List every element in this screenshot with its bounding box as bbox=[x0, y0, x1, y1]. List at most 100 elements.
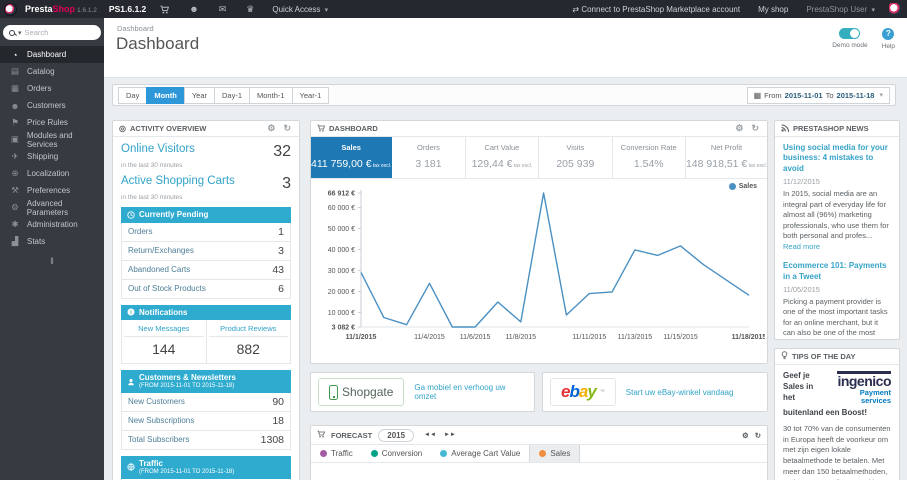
forecast-tab-conversion[interactable]: Conversion bbox=[362, 445, 431, 462]
forecast-tab-traffic[interactable]: Traffic bbox=[311, 445, 362, 462]
range-button-day-1[interactable]: Day-1 bbox=[214, 86, 250, 104]
sidebar-item-advanced-parameters[interactable]: ⚙ Advanced Parameters bbox=[0, 199, 104, 217]
svg-text:66 912 €: 66 912 € bbox=[328, 191, 355, 198]
cart-icon[interactable] bbox=[154, 4, 175, 14]
shopgate-link[interactable]: Ga mobiel en verhoog uw omzet bbox=[414, 383, 527, 401]
sidebar-item-label: Orders bbox=[27, 84, 52, 93]
kpi-conversion-rate[interactable]: Conversion Rate 1.54% bbox=[613, 137, 686, 178]
kpi-visits[interactable]: Visits 205 939 bbox=[539, 137, 613, 178]
kpi-net-profit[interactable]: Net Profit 148 918,51 € tax excl. bbox=[686, 137, 767, 178]
demo-mode-toggle[interactable] bbox=[839, 28, 861, 39]
sidebar-item-shipping[interactable]: ✈ Shipping bbox=[0, 148, 104, 165]
messages-icon[interactable]: ✉ bbox=[213, 4, 233, 15]
range-button-month[interactable]: Month bbox=[146, 86, 184, 104]
sidebar-item-price-rules[interactable]: ⚑ Price Rules bbox=[0, 114, 104, 131]
kpi-label: Cart Value bbox=[484, 143, 520, 152]
news-article-date: 11/12/2015 bbox=[783, 177, 820, 187]
sidebar-item-catalog[interactable]: ▤ Catalog bbox=[0, 63, 104, 80]
forecast-tab-average-cart-value[interactable]: Average Cart Value bbox=[431, 445, 529, 462]
search-input[interactable] bbox=[24, 28, 95, 37]
news-panel-title: PRESTASHOP NEWS bbox=[793, 124, 869, 133]
gear-icon[interactable]: ⚙ bbox=[733, 123, 745, 134]
forecast-tab-label: Conversion bbox=[381, 449, 423, 458]
shopgate-phone-icon bbox=[329, 384, 338, 400]
date-range-picker[interactable]: ▦ From 2015-11-01 To 2015-11-18 ▾ bbox=[746, 86, 890, 104]
sidebar-collapse-button[interactable]: ‖ bbox=[0, 256, 104, 266]
sidebar-item-preferences[interactable]: ⚒ Preferences bbox=[0, 182, 104, 199]
help-label: Help bbox=[881, 43, 895, 50]
sidebar-item-customers[interactable]: ☻ Customers bbox=[0, 97, 104, 114]
pending-row[interactable]: Abandoned Carts 43 bbox=[121, 260, 291, 280]
dashboard-panel-title: DASHBOARD bbox=[329, 124, 378, 133]
refresh-icon[interactable]: ↻ bbox=[749, 123, 761, 134]
ebay-module-panel: ebay ™ Start uw eBay-winkel vandaag bbox=[542, 372, 768, 412]
forecast-prev-button[interactable]: ◄◄ bbox=[420, 430, 440, 440]
prestashop-news-panel: PRESTASHOP NEWS Using social media for y… bbox=[774, 120, 900, 340]
pending-row[interactable]: Orders 1 bbox=[121, 222, 291, 242]
forecast-next-button[interactable]: ►► bbox=[440, 430, 460, 440]
range-button-year[interactable]: Year bbox=[183, 86, 214, 104]
search-scope-caret-icon[interactable]: ▾ bbox=[18, 29, 22, 37]
profile-icon[interactable]: ☻ bbox=[183, 4, 204, 14]
shopgate-logo[interactable]: Shopgate bbox=[318, 378, 405, 406]
forecast-tabs: Traffic Conversion Average Cart Value Sales bbox=[311, 444, 767, 463]
sidebar-item-dashboard[interactable]: ◔ Dashboard bbox=[0, 46, 104, 63]
svg-text:60 000 €: 60 000 € bbox=[328, 205, 355, 212]
news-article-title[interactable]: Ecommerce 101: Payments in a Tweet bbox=[783, 261, 891, 282]
user-menu[interactable]: PrestaShop User ▾ bbox=[802, 5, 879, 14]
sales-chart: Sales 66 912 € 60 000 € 50 000 € 40 000 € 30… bbox=[311, 179, 767, 348]
online-visitors-link[interactable]: Online Visitors bbox=[121, 143, 273, 155]
ebay-link[interactable]: Start uw eBay-winkel vandaag bbox=[626, 388, 734, 397]
gear-icon[interactable]: ⚙ bbox=[265, 123, 277, 134]
my-shop-link[interactable]: My shop bbox=[754, 5, 792, 14]
date-range-toolbar: Day Month Year Day-1 Month-1 Year-1 ▦ From 20… bbox=[112, 84, 896, 106]
svg-text:11/4/2015: 11/4/2015 bbox=[414, 334, 445, 341]
customers-newsletters-header: Customers & Newsletters (FROM 2015-11-01 … bbox=[121, 370, 291, 393]
sidebar-item-localization[interactable]: ⊕ Localization bbox=[0, 165, 104, 182]
sidebar-item-label: Price Rules bbox=[27, 118, 68, 127]
forecast-tab-sales[interactable]: Sales bbox=[529, 445, 581, 462]
customers-row[interactable]: Total Subscribers 1308 bbox=[121, 430, 291, 450]
svg-text:11/1/2015: 11/1/2015 bbox=[346, 334, 377, 341]
search-icon bbox=[9, 29, 15, 36]
sidebar-item-orders[interactable]: ▦ Orders bbox=[0, 80, 104, 97]
user-avatar[interactable] bbox=[889, 3, 901, 15]
customers-range-sub: (FROM 2015-11-01 TO 2015-11-18) bbox=[139, 382, 235, 389]
sidebar-item-stats[interactable]: ▟ Stats bbox=[0, 233, 104, 250]
refresh-icon[interactable]: ↻ bbox=[281, 123, 293, 134]
sidebar-item-label: Preferences bbox=[27, 186, 71, 195]
refresh-icon[interactable]: ↻ bbox=[755, 431, 761, 440]
shopgate-module-panel: Shopgate Ga mobiel en verhoog uw omzet bbox=[310, 372, 535, 412]
ebay-logo[interactable]: ebay ™ bbox=[550, 378, 616, 406]
pending-row[interactable]: Out of Stock Products 6 bbox=[121, 279, 291, 299]
forecast-tab-label: Traffic bbox=[331, 449, 353, 458]
range-button-year-1[interactable]: Year-1 bbox=[291, 86, 330, 104]
news-article-title[interactable]: Using social media for your business: 4 … bbox=[783, 143, 891, 174]
kpi-orders[interactable]: Orders 3 181 bbox=[392, 137, 466, 178]
sidebar-item-modules-and-services[interactable]: ▣ Modules and Services bbox=[0, 131, 104, 149]
pending-rows: Orders 1 Return/Exchanges 3 Abandoned Carts 4… bbox=[121, 222, 291, 299]
badges-trophy-icon[interactable]: ♛ bbox=[240, 4, 260, 15]
kpi-value: 205 939 bbox=[556, 158, 595, 170]
gear-icon[interactable]: ⚙ bbox=[742, 431, 749, 440]
range-button-month-1[interactable]: Month-1 bbox=[249, 86, 292, 104]
kpi-sales[interactable]: Sales 411 759,00 € tax excl. bbox=[311, 137, 393, 178]
read-more-link[interactable]: Read more bbox=[783, 242, 820, 251]
customers-row[interactable]: New Customers 90 bbox=[121, 392, 291, 412]
customers-row[interactable]: New Subscriptions 18 bbox=[121, 411, 291, 431]
sidebar-item-administration[interactable]: ✱ Administration bbox=[0, 216, 104, 233]
prestashop-admin-window: PrestaShop 1.6.1.2 PS1.6.1.2 ☻ ✉ ♛ Quick … bbox=[0, 0, 907, 480]
quick-access-menu[interactable]: Quick Access ▾ bbox=[268, 5, 332, 14]
notification-new-messages[interactable]: New Messages 144 bbox=[122, 320, 206, 363]
version-label: 1.6.1.2 bbox=[77, 7, 97, 14]
range-button-day[interactable]: Day bbox=[118, 86, 147, 104]
prestashop-logo-icon[interactable] bbox=[4, 2, 17, 16]
pending-row[interactable]: Return/Exchanges 3 bbox=[121, 241, 291, 261]
breadcrumb: Dashboard bbox=[117, 24, 154, 33]
help-icon[interactable]: ? bbox=[882, 28, 895, 40]
marketplace-connect-link[interactable]: ⇄ Connect to PrestaShop Marketplace acco… bbox=[568, 5, 744, 14]
svg-text:40 000 €: 40 000 € bbox=[328, 247, 355, 254]
kpi-cart-value[interactable]: Cart Value 129,44 € tax excl. bbox=[466, 137, 540, 178]
active-carts-link[interactable]: Active Shopping Carts bbox=[121, 175, 282, 187]
notification-product-reviews[interactable]: Product Reviews 882 bbox=[205, 320, 291, 364]
